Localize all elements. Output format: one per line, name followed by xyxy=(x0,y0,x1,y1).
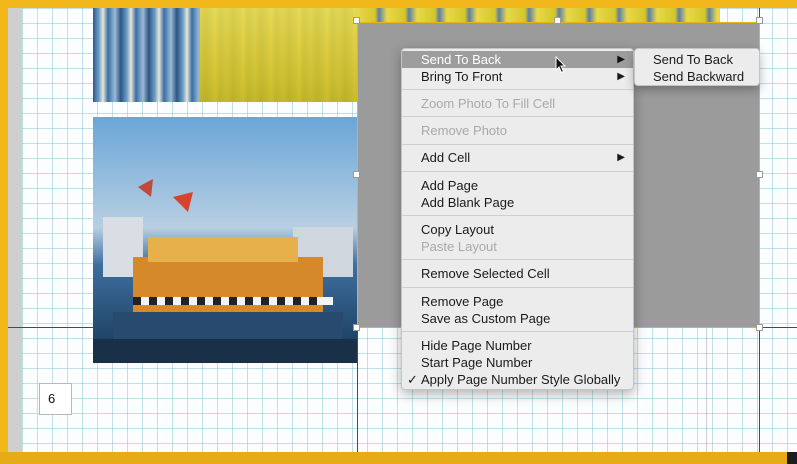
submenu-arrow-icon: ▶ xyxy=(617,71,625,82)
context-menu: Send To Back ▶ Bring To Front ▶ Zoom Pho… xyxy=(401,48,634,390)
page-number-box[interactable]: 6 xyxy=(39,383,72,415)
submenu-item-send-backward[interactable]: Send Backward xyxy=(635,68,759,85)
resize-handle-bottom-left[interactable] xyxy=(353,324,360,331)
menu-item-add-blank-page[interactable]: Add Blank Page xyxy=(402,194,633,211)
menu-item-hide-page-number[interactable]: Hide Page Number xyxy=(402,337,633,354)
photo-cell-top-reflection xyxy=(200,8,357,102)
menu-separator xyxy=(402,287,633,288)
photo-cell-boat[interactable] xyxy=(93,117,357,363)
menu-item-copy-layout[interactable]: Copy Layout xyxy=(402,221,633,238)
menu-item-bring-to-front[interactable]: Bring To Front ▶ xyxy=(402,68,633,85)
resize-handle-middle-left[interactable] xyxy=(353,171,360,178)
menu-item-add-cell[interactable]: Add Cell ▶ xyxy=(402,149,633,166)
menu-separator xyxy=(402,215,633,216)
menu-separator xyxy=(402,259,633,260)
menu-item-label: Save as Custom Page xyxy=(421,311,551,326)
selected-page-border-top xyxy=(0,0,797,8)
menu-item-zoom-photo-to-fill-cell[interactable]: Zoom Photo To Fill Cell xyxy=(402,95,633,112)
menu-item-paste-layout[interactable]: Paste Layout xyxy=(402,238,633,255)
window-corner xyxy=(787,452,797,464)
menu-item-send-to-back[interactable]: Send To Back ▶ xyxy=(402,51,633,68)
menu-separator xyxy=(402,89,633,90)
menu-item-remove-selected-cell[interactable]: Remove Selected Cell xyxy=(402,265,633,282)
boat-photo-image xyxy=(93,117,357,363)
resize-handle-top-center[interactable] xyxy=(554,17,561,24)
submenu-item-send-to-back[interactable]: Send To Back xyxy=(635,51,759,68)
selected-page-border-left xyxy=(0,0,8,452)
menu-item-save-as-custom-page[interactable]: Save as Custom Page xyxy=(402,310,633,327)
menu-item-label: Remove Photo xyxy=(421,123,507,138)
resize-handle-top-left[interactable] xyxy=(353,17,360,24)
menu-item-label: Add Cell xyxy=(421,150,471,165)
submenu-arrow-icon: ▶ xyxy=(617,54,625,65)
selected-page-border-bottom xyxy=(0,452,797,464)
menu-item-label: Paste Layout xyxy=(421,239,497,254)
menu-item-label: Send To Back xyxy=(421,52,501,67)
menu-separator xyxy=(402,116,633,117)
menu-item-label: Hide Page Number xyxy=(421,338,532,353)
menu-item-label: Apply Page Number Style Globally xyxy=(421,372,621,387)
checkmark-icon: ✓ xyxy=(407,372,418,387)
menu-item-start-page-number[interactable]: Start Page Number xyxy=(402,354,633,371)
menu-item-label: Add Blank Page xyxy=(421,195,515,210)
submenu-arrow-icon: ▶ xyxy=(617,152,625,163)
menu-separator xyxy=(402,171,633,172)
menu-item-label: Copy Layout xyxy=(421,222,494,237)
menu-item-add-page[interactable]: Add Page xyxy=(402,177,633,194)
mouse-pointer-icon xyxy=(555,56,567,74)
resize-handle-top-right[interactable] xyxy=(756,17,763,24)
menu-item-label: Remove Page xyxy=(421,294,504,309)
menu-item-label: Start Page Number xyxy=(421,355,533,370)
menu-separator xyxy=(402,331,633,332)
resize-handle-middle-right[interactable] xyxy=(756,171,763,178)
menu-separator xyxy=(402,144,633,145)
menu-item-label: Zoom Photo To Fill Cell xyxy=(421,96,556,111)
photo-cell-top-right-strip[interactable] xyxy=(357,8,720,22)
menu-item-label: Remove Selected Cell xyxy=(421,266,550,281)
menu-item-apply-page-number-style-globally[interactable]: ✓ Apply Page Number Style Globally xyxy=(402,371,633,388)
menu-item-remove-photo[interactable]: Remove Photo xyxy=(402,122,633,139)
menu-item-remove-page[interactable]: Remove Page xyxy=(402,293,633,310)
menu-item-label: Bring To Front xyxy=(421,69,503,84)
menu-item-label: Add Page xyxy=(421,178,479,193)
send-to-back-submenu: Send To Back Send Backward xyxy=(634,48,760,86)
resize-handle-bottom-right[interactable] xyxy=(756,324,763,331)
